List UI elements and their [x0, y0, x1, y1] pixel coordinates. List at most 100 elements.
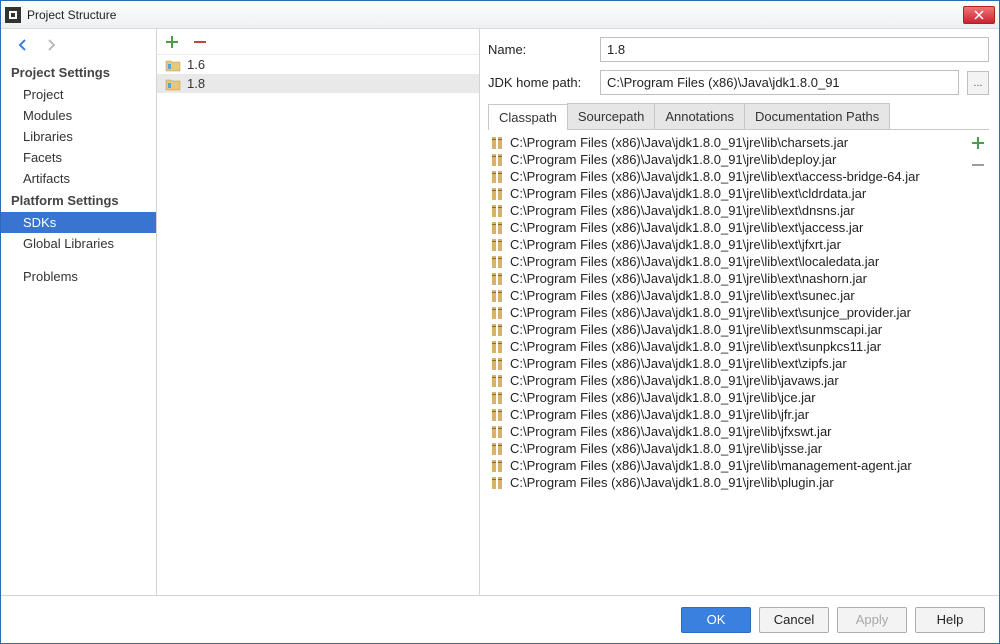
app-icon [5, 7, 21, 23]
classpath-path: C:\Program Files (x86)\Java\jdk1.8.0_91\… [510, 475, 834, 490]
classpath-path: C:\Program Files (x86)\Java\jdk1.8.0_91\… [510, 288, 855, 303]
jar-icon [490, 204, 504, 218]
path-input[interactable] [600, 70, 959, 95]
project-structure-window: Project Structure Project Settings Proje… [0, 0, 1000, 644]
jar-icon [490, 408, 504, 422]
jar-icon [490, 272, 504, 286]
classpath-entry[interactable]: C:\Program Files (x86)\Java\jdk1.8.0_91\… [490, 338, 967, 355]
classpath-entry[interactable]: C:\Program Files (x86)\Java\jdk1.8.0_91\… [490, 423, 967, 440]
jar-icon [490, 442, 504, 456]
window-title: Project Structure [27, 8, 963, 22]
sdk-list[interactable]: 1.61.8 [157, 55, 479, 595]
sdk-label: 1.6 [187, 57, 205, 72]
classpath-path: C:\Program Files (x86)\Java\jdk1.8.0_91\… [510, 373, 839, 388]
tab-annotations[interactable]: Annotations [654, 103, 745, 129]
classpath-path: C:\Program Files (x86)\Java\jdk1.8.0_91\… [510, 135, 848, 150]
classpath-path: C:\Program Files (x86)\Java\jdk1.8.0_91\… [510, 186, 866, 201]
jar-icon [490, 170, 504, 184]
classpath-entry[interactable]: C:\Program Files (x86)\Java\jdk1.8.0_91\… [490, 236, 967, 253]
classpath-entry[interactable]: C:\Program Files (x86)\Java\jdk1.8.0_91\… [490, 355, 967, 372]
classpath-entry[interactable]: C:\Program Files (x86)\Java\jdk1.8.0_91\… [490, 287, 967, 304]
classpath-path: C:\Program Files (x86)\Java\jdk1.8.0_91\… [510, 254, 879, 269]
ok-button[interactable]: OK [681, 607, 751, 633]
jar-icon [490, 153, 504, 167]
sidebar-item-sdks[interactable]: SDKs [1, 212, 156, 233]
classpath-entry[interactable]: C:\Program Files (x86)\Java\jdk1.8.0_91\… [490, 440, 967, 457]
tab-documentation-paths[interactable]: Documentation Paths [744, 103, 890, 129]
name-input[interactable] [600, 37, 989, 62]
jar-icon [490, 476, 504, 490]
dialog-footer: OK Cancel Apply Help [1, 595, 999, 643]
classpath-area: C:\Program Files (x86)\Java\jdk1.8.0_91\… [488, 130, 989, 595]
classpath-entry[interactable]: C:\Program Files (x86)\Java\jdk1.8.0_91\… [490, 202, 967, 219]
classpath-entry[interactable]: C:\Program Files (x86)\Java\jdk1.8.0_91\… [490, 389, 967, 406]
jar-icon [490, 306, 504, 320]
tab-classpath[interactable]: Classpath [488, 104, 568, 130]
sdk-label: 1.8 [187, 76, 205, 91]
classpath-entry[interactable]: C:\Program Files (x86)\Java\jdk1.8.0_91\… [490, 304, 967, 321]
classpath-entry[interactable]: C:\Program Files (x86)\Java\jdk1.8.0_91\… [490, 151, 967, 168]
sidebar-item-modules[interactable]: Modules [1, 105, 156, 126]
classpath-path: C:\Program Files (x86)\Java\jdk1.8.0_91\… [510, 441, 822, 456]
jar-icon [490, 289, 504, 303]
jar-icon [490, 459, 504, 473]
sidebar: Project Settings ProjectModulesLibraries… [1, 29, 157, 595]
classpath-entry[interactable]: C:\Program Files (x86)\Java\jdk1.8.0_91\… [490, 134, 967, 151]
classpath-path: C:\Program Files (x86)\Java\jdk1.8.0_91\… [510, 407, 809, 422]
sidebar-item-artifacts[interactable]: Artifacts [1, 168, 156, 189]
classpath-list[interactable]: C:\Program Files (x86)\Java\jdk1.8.0_91\… [488, 130, 967, 595]
classpath-toolbar [967, 130, 989, 595]
classpath-path: C:\Program Files (x86)\Java\jdk1.8.0_91\… [510, 458, 912, 473]
browse-button[interactable]: ... [967, 71, 989, 95]
folder-icon [165, 77, 181, 91]
add-sdk-icon[interactable] [165, 35, 179, 49]
sdk-item[interactable]: 1.6 [157, 55, 479, 74]
jar-icon [490, 357, 504, 371]
sidebar-item-project[interactable]: Project [1, 84, 156, 105]
classpath-entry[interactable]: C:\Program Files (x86)\Java\jdk1.8.0_91\… [490, 321, 967, 338]
classpath-entry[interactable]: C:\Program Files (x86)\Java\jdk1.8.0_91\… [490, 372, 967, 389]
sdk-item[interactable]: 1.8 [157, 74, 479, 93]
sidebar-item-libraries[interactable]: Libraries [1, 126, 156, 147]
sidebar-item-problems[interactable]: Problems [1, 266, 156, 287]
jar-icon [490, 221, 504, 235]
classpath-path: C:\Program Files (x86)\Java\jdk1.8.0_91\… [510, 203, 855, 218]
sidebar-item-facets[interactable]: Facets [1, 147, 156, 168]
classpath-path: C:\Program Files (x86)\Java\jdk1.8.0_91\… [510, 305, 911, 320]
back-icon[interactable] [15, 37, 31, 53]
classpath-entry[interactable]: C:\Program Files (x86)\Java\jdk1.8.0_91\… [490, 168, 967, 185]
jar-icon [490, 391, 504, 405]
titlebar: Project Structure [1, 1, 999, 29]
classpath-entry[interactable]: C:\Program Files (x86)\Java\jdk1.8.0_91\… [490, 270, 967, 287]
classpath-entry[interactable]: C:\Program Files (x86)\Java\jdk1.8.0_91\… [490, 219, 967, 236]
classpath-path: C:\Program Files (x86)\Java\jdk1.8.0_91\… [510, 339, 881, 354]
add-classpath-icon[interactable] [971, 136, 985, 150]
jar-icon [490, 136, 504, 150]
classpath-path: C:\Program Files (x86)\Java\jdk1.8.0_91\… [510, 424, 832, 439]
classpath-entry[interactable]: C:\Program Files (x86)\Java\jdk1.8.0_91\… [490, 253, 967, 270]
jar-icon [490, 340, 504, 354]
classpath-path: C:\Program Files (x86)\Java\jdk1.8.0_91\… [510, 237, 841, 252]
section-project-settings: Project Settings [1, 61, 156, 84]
classpath-entry[interactable]: C:\Program Files (x86)\Java\jdk1.8.0_91\… [490, 185, 967, 202]
classpath-entry[interactable]: C:\Program Files (x86)\Java\jdk1.8.0_91\… [490, 406, 967, 423]
classpath-path: C:\Program Files (x86)\Java\jdk1.8.0_91\… [510, 152, 836, 167]
tabs: ClasspathSourcepathAnnotationsDocumentat… [488, 103, 989, 130]
sidebar-item-global-libraries[interactable]: Global Libraries [1, 233, 156, 254]
close-button[interactable] [963, 6, 995, 24]
classpath-path: C:\Program Files (x86)\Java\jdk1.8.0_91\… [510, 169, 920, 184]
jar-icon [490, 255, 504, 269]
help-button[interactable]: Help [915, 607, 985, 633]
jar-icon [490, 425, 504, 439]
sdk-details: Name: JDK home path: ... ClasspathSource… [480, 29, 999, 595]
apply-button[interactable]: Apply [837, 607, 907, 633]
sdk-toolbar [157, 29, 479, 55]
classpath-entry[interactable]: C:\Program Files (x86)\Java\jdk1.8.0_91\… [490, 457, 967, 474]
cancel-button[interactable]: Cancel [759, 607, 829, 633]
remove-classpath-icon[interactable] [971, 158, 985, 172]
forward-icon[interactable] [43, 37, 59, 53]
classpath-entry[interactable]: C:\Program Files (x86)\Java\jdk1.8.0_91\… [490, 474, 967, 491]
tab-sourcepath[interactable]: Sourcepath [567, 103, 656, 129]
remove-sdk-icon[interactable] [193, 35, 207, 49]
classpath-path: C:\Program Files (x86)\Java\jdk1.8.0_91\… [510, 271, 867, 286]
